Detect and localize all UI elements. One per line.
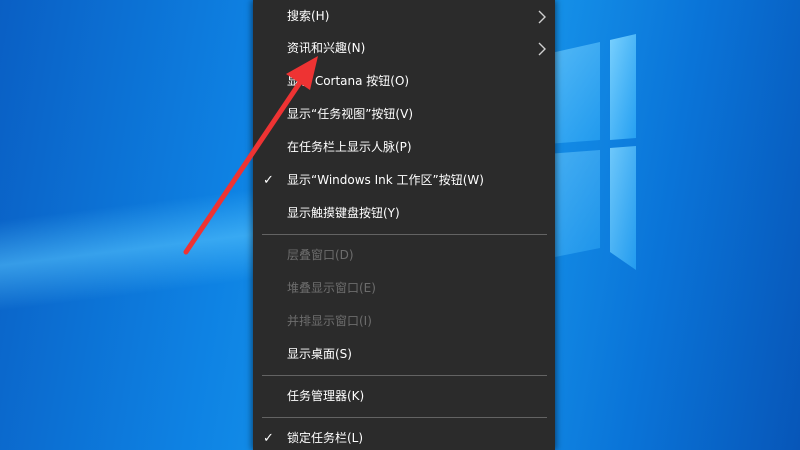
menu-item-label: 并排显示窗口(I) [287,314,372,328]
windows-logo-icon [520,0,800,300]
menu-item-label: 显示桌面(S) [287,347,352,361]
menu-item-task-manager[interactable]: 任务管理器(K) [253,380,555,413]
menu-item-label: 显示“Windows Ink 工作区”按钮(W) [287,173,484,187]
taskbar-context-menu: 搜索(H) 资讯和兴趣(N) 显示 Cortana 按钮(O) 显示“任务视图”… [253,0,555,450]
checkmark-icon: ✓ [263,431,274,446]
menu-item-label: 堆叠显示窗口(E) [287,281,376,295]
checkmark-icon: ✓ [263,173,274,188]
menu-item-show-people[interactable]: 在任务栏上显示人脉(P) [253,131,555,164]
menu-separator [262,234,547,235]
menu-item-label: 锁定任务栏(L) [287,431,364,445]
chevron-right-icon [538,10,546,24]
menu-item-label: 搜索(H) [287,9,330,23]
menu-item-label: 资讯和兴趣(N) [287,41,366,55]
menu-item-news-and-interests[interactable]: 资讯和兴趣(N) [253,32,555,65]
menu-item-label: 显示触摸键盘按钮(Y) [287,206,400,220]
menu-item-show-windows-ink-button[interactable]: ✓ 显示“Windows Ink 工作区”按钮(W) [253,164,555,197]
menu-item-stack-windows: 堆叠显示窗口(E) [253,272,555,305]
menu-item-show-task-view-button[interactable]: 显示“任务视图”按钮(V) [253,98,555,131]
menu-item-side-by-side-windows: 并排显示窗口(I) [253,305,555,338]
menu-item-cascade-windows: 层叠窗口(D) [253,239,555,272]
menu-item-label: 显示 Cortana 按钮(O) [287,74,410,88]
menu-item-search[interactable]: 搜索(H) [253,0,555,33]
menu-item-show-cortana-button[interactable]: 显示 Cortana 按钮(O) [253,65,555,98]
menu-item-show-desktop[interactable]: 显示桌面(S) [253,338,555,371]
menu-separator [262,375,547,376]
menu-item-label: 任务管理器(K) [287,389,365,403]
chevron-right-icon [538,42,546,56]
menu-item-show-touch-keyboard-button[interactable]: 显示触摸键盘按钮(Y) [253,197,555,230]
menu-item-label: 层叠窗口(D) [287,248,354,262]
menu-item-lock-taskbar[interactable]: ✓ 锁定任务栏(L) [253,422,555,450]
menu-item-label: 显示“任务视图”按钮(V) [287,107,414,121]
menu-item-label: 在任务栏上显示人脉(P) [287,140,412,154]
menu-separator [262,417,547,418]
